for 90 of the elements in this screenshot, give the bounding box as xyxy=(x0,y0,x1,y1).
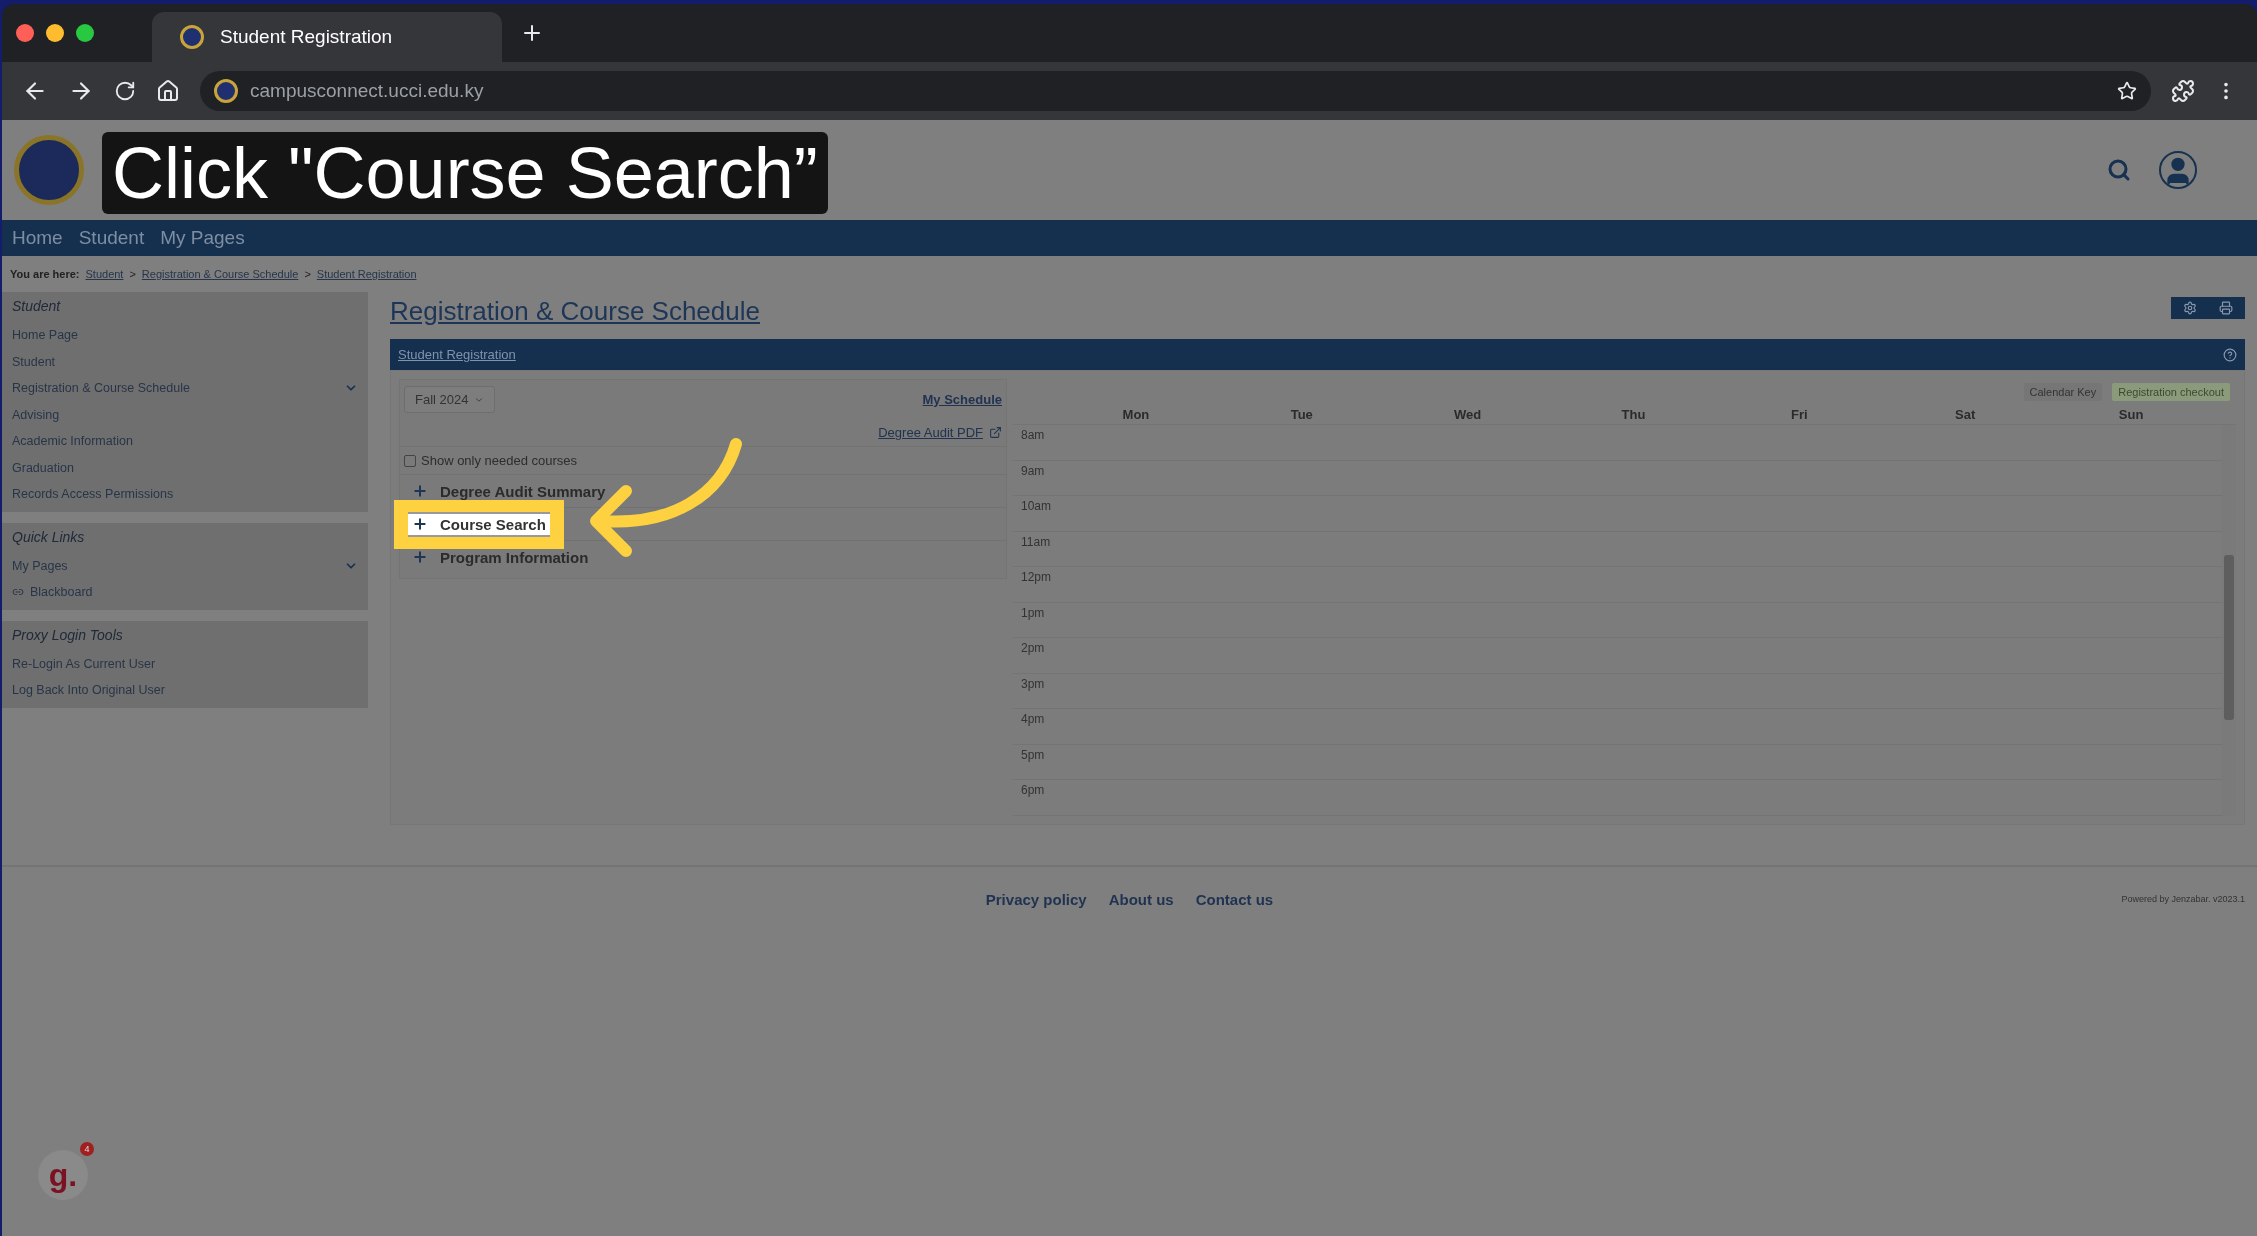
notification-count: 4 xyxy=(80,1142,94,1156)
breadcrumb-separator: > xyxy=(304,268,311,280)
term-select[interactable]: Fall 2024 xyxy=(404,386,496,413)
accordion-section[interactable]: Degree Audit Summary xyxy=(408,480,610,502)
time-label: 12pm xyxy=(1021,570,1052,584)
day-header: Wed xyxy=(1453,406,1483,424)
printer-icon[interactable] xyxy=(2219,301,2233,315)
my-schedule-link[interactable]: My Schedule xyxy=(922,392,1002,407)
time-label: 2pm xyxy=(1021,641,1045,655)
day-header: Sat xyxy=(1954,406,1977,424)
time-label: 5pm xyxy=(1021,747,1045,762)
footer-link[interactable]: About us xyxy=(1108,890,1174,908)
sidebar-item[interactable]: Academic Information xyxy=(12,428,358,455)
sidebar-item-label: Log Back Into Original User xyxy=(12,683,165,698)
needed-courses-checkbox[interactable]: Show only needed courses xyxy=(404,453,578,468)
registration-checkout-button[interactable]: Registration checkout xyxy=(2112,383,2230,401)
extensions-icon[interactable] xyxy=(2171,79,2195,103)
browser-tab[interactable]: Student Registration xyxy=(152,12,502,62)
settings-icon[interactable] xyxy=(2183,301,2197,315)
sidebar-item[interactable]: Advising xyxy=(12,401,358,428)
day-header: Mon xyxy=(1121,406,1151,424)
nav-link[interactable]: Home xyxy=(12,227,63,249)
sidebar-item-label: Student xyxy=(12,354,56,369)
sidebar-item-label: Graduation xyxy=(12,460,74,475)
breadcrumb-label: You are here: xyxy=(10,268,80,280)
plus-icon xyxy=(412,483,428,499)
sidebar-item[interactable]: Blackboard xyxy=(12,579,358,606)
sidebar-item[interactable]: Student xyxy=(12,348,358,375)
breadcrumb-separator: > xyxy=(129,268,136,280)
footer-link[interactable]: Contact us xyxy=(1195,890,1274,908)
page-title: Registration & Course Schedule xyxy=(390,296,760,327)
help-icon[interactable] xyxy=(2223,347,2237,362)
footer-link[interactable]: Privacy policy xyxy=(985,890,1087,908)
calendar-key-button[interactable]: Calendar Key xyxy=(2023,383,2103,401)
external-link-icon xyxy=(989,426,1002,439)
address-bar[interactable]: campusconnect.ucci.edu.ky xyxy=(200,71,2151,111)
url-text: campusconnect.ucci.edu.ky xyxy=(250,80,484,102)
sidebar-item[interactable]: Home Page xyxy=(12,322,358,349)
bookmark-star-icon[interactable] xyxy=(2117,81,2137,101)
sidebar-item-label: Advising xyxy=(12,407,60,422)
sidebar-item-label: Records Access Permissions xyxy=(12,487,174,502)
instruction-caption: Click "Course Search” xyxy=(102,132,828,214)
sidebar-item-label: Re-Login As Current User xyxy=(12,656,156,671)
time-label: 6pm xyxy=(1021,783,1045,797)
time-label: 1pm xyxy=(1021,605,1045,620)
sidebar-item[interactable]: Log Back Into Original User xyxy=(12,677,358,704)
time-label: 4pm xyxy=(1021,712,1045,726)
sidebar-heading: Student xyxy=(12,298,62,316)
breadcrumb-link[interactable]: Student Registration xyxy=(316,268,417,280)
time-label: 10am xyxy=(1021,499,1052,513)
user-account-icon[interactable] xyxy=(2159,151,2197,189)
home-icon[interactable] xyxy=(156,79,180,103)
degree-audit-link[interactable]: Degree Audit PDF xyxy=(878,425,1002,440)
plus-icon xyxy=(412,516,428,532)
favicon-icon xyxy=(180,25,204,49)
accordion-section[interactable]: Course Search xyxy=(408,511,550,537)
powered-by-text: Powered by Jenzabar. v2023.1 xyxy=(2121,894,2245,904)
accordion-section[interactable]: Program Information xyxy=(408,546,593,568)
sidebar-item-label: Registration & Course Schedule xyxy=(12,381,190,396)
time-label: 11am xyxy=(1021,534,1051,549)
sidebar-heading: Proxy Login Tools xyxy=(12,626,124,645)
time-label: 9am xyxy=(1021,463,1045,478)
search-icon[interactable] xyxy=(2107,158,2131,182)
sidebar-item[interactable]: My Pages xyxy=(12,552,358,579)
panel-title-link[interactable]: Student Registration xyxy=(398,347,516,362)
sidebar-item[interactable]: Registration & Course Schedule xyxy=(12,375,358,402)
maximize-window-icon[interactable] xyxy=(76,24,94,42)
day-header: Fri xyxy=(1790,406,1809,424)
sidebar-heading: Quick Links xyxy=(12,528,86,547)
time-label: 3pm xyxy=(1021,676,1045,691)
sidebar-item[interactable]: Re-Login As Current User xyxy=(12,650,358,677)
nav-link[interactable]: Student xyxy=(78,227,145,249)
day-header: Thu xyxy=(1620,406,1647,424)
sidebar-item[interactable]: Graduation xyxy=(12,454,358,481)
sidebar-item-label: Home Page xyxy=(12,328,78,343)
sidebar-item-label: Blackboard xyxy=(30,585,93,600)
breadcrumb-link[interactable]: Student xyxy=(85,268,124,280)
close-window-icon[interactable] xyxy=(16,24,34,42)
day-header: Sun xyxy=(2117,406,2145,424)
nav-link[interactable]: My Pages xyxy=(160,227,245,249)
plus-icon xyxy=(412,549,428,565)
reload-icon[interactable] xyxy=(114,80,136,102)
day-header: Tue xyxy=(1289,406,1314,424)
sidebar-item[interactable]: Records Access Permissions xyxy=(12,481,358,508)
time-label: 8am xyxy=(1021,428,1045,442)
sidebar-item-label: Academic Information xyxy=(12,434,133,449)
site-icon xyxy=(214,79,238,103)
sidebar-item-label: My Pages xyxy=(12,558,68,573)
minimize-window-icon[interactable] xyxy=(46,24,64,42)
breadcrumb-link[interactable]: Registration & Course Schedule xyxy=(141,268,299,280)
